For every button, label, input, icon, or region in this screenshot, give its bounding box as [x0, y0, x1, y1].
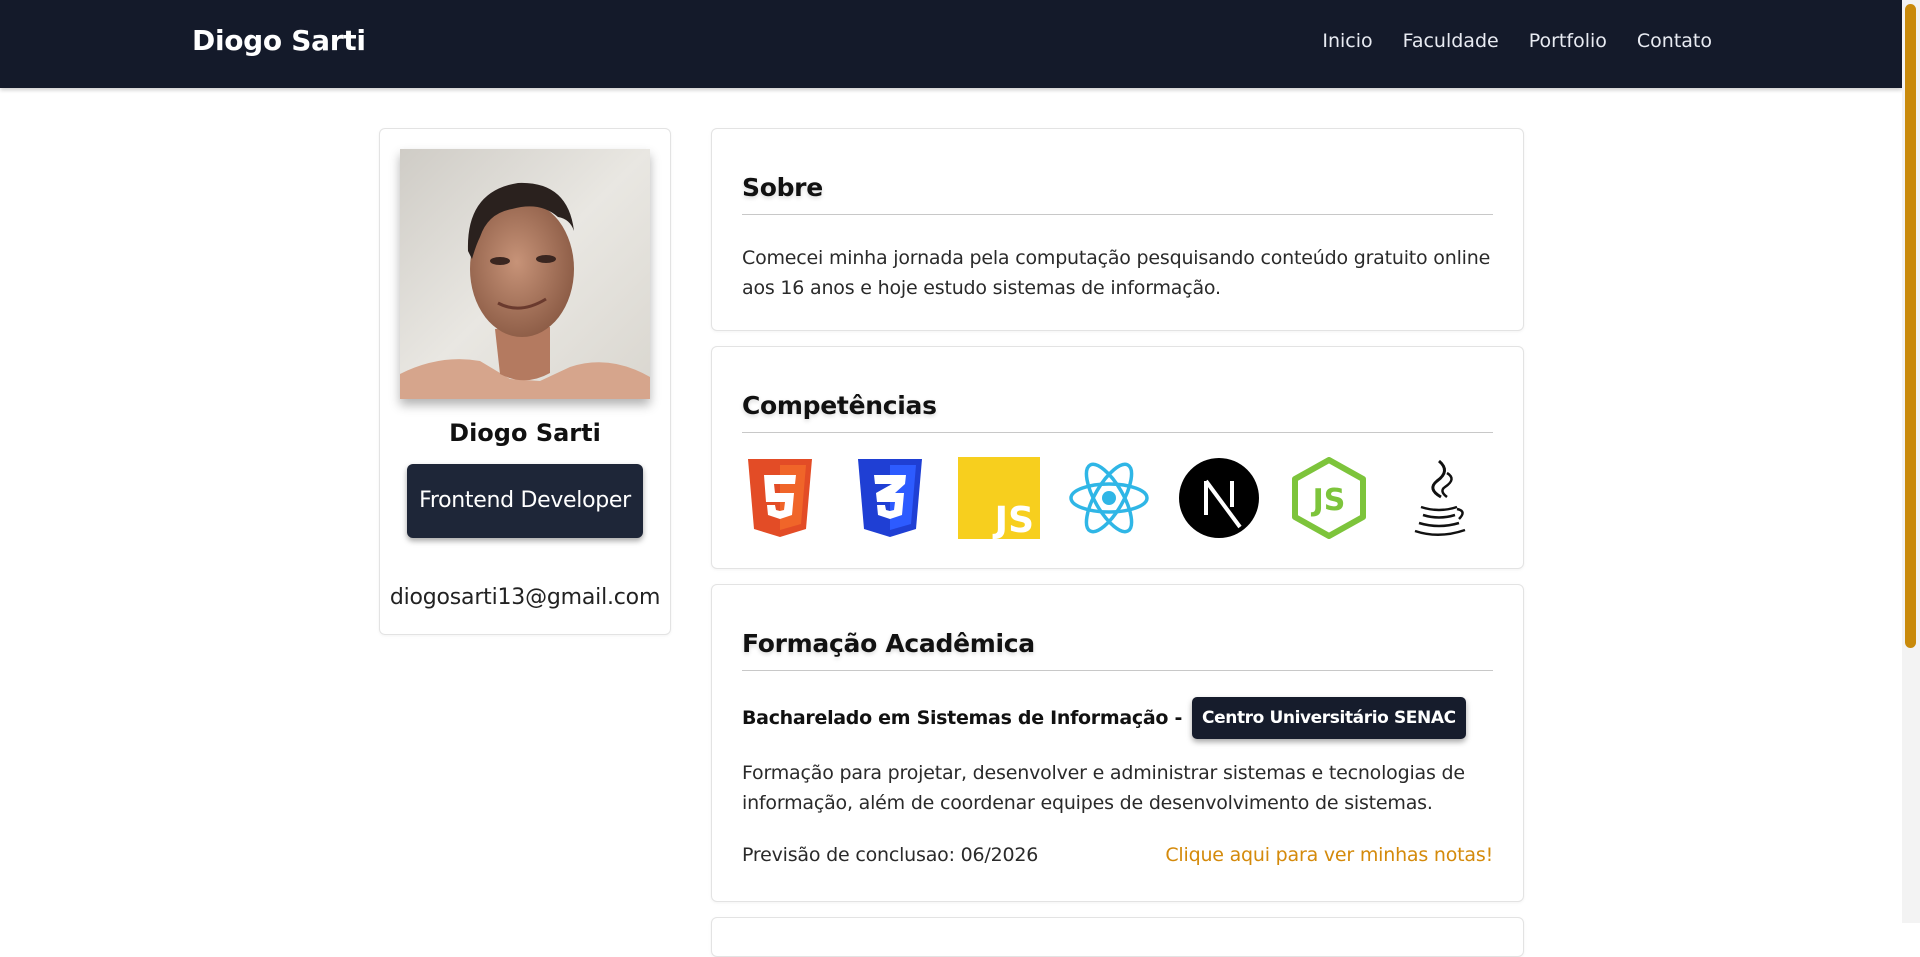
- about-text: Comecei minha jornada pela computação pe…: [742, 247, 1491, 299]
- degree-line: Bacharelado em Sistemas de Informação - …: [742, 697, 1466, 739]
- profile-card: Diogo Sarti Frontend Developer diogosart…: [379, 128, 671, 635]
- grades-link[interactable]: Clique aqui para ver minhas notas!: [1165, 844, 1493, 866]
- html5-icon: [739, 457, 821, 539]
- education-description: Formação para projetar, desenvolver e ad…: [742, 762, 1465, 814]
- nav-links: Inicio Faculdade Portfolio Contato: [1322, 30, 1712, 52]
- institution-badge: Centro Universitário SENAC: [1192, 697, 1466, 739]
- nodejs-icon: JS: [1288, 457, 1370, 539]
- profile-name: Diogo Sarti: [449, 419, 601, 447]
- brand-logo[interactable]: Diogo Sarti: [192, 24, 366, 57]
- nav-link-faculdade[interactable]: Faculdade: [1403, 30, 1499, 52]
- top-navbar: Diogo Sarti Inicio Faculdade Portfolio C…: [0, 0, 1902, 88]
- profile-photo: [400, 149, 650, 399]
- scrollbar-thumb[interactable]: [1905, 4, 1916, 648]
- education-title: Formação Acadêmica: [742, 629, 1493, 671]
- nav-link-inicio[interactable]: Inicio: [1322, 30, 1372, 52]
- education-footer: Previsão de conclusao: 06/2026 Clique aq…: [742, 844, 1493, 866]
- education-card: Formação Acadêmica Bacharelado em Sistem…: [711, 584, 1524, 902]
- nav-link-portfolio[interactable]: Portfolio: [1529, 30, 1607, 52]
- nav-link-contato[interactable]: Contato: [1637, 30, 1712, 52]
- javascript-icon: JS: [958, 457, 1040, 539]
- java-icon: [1398, 457, 1480, 539]
- css3-icon: [849, 457, 931, 539]
- profile-email: diogosarti13@gmail.com: [389, 585, 661, 610]
- graduation-forecast: Previsão de conclusao: 06/2026: [742, 844, 1039, 866]
- nextjs-icon: [1178, 457, 1260, 539]
- skills-card: Competências JS JS: [711, 346, 1524, 569]
- scrollbar[interactable]: [1902, 0, 1920, 923]
- about-title: Sobre: [742, 173, 1493, 215]
- skills-title: Competências: [742, 391, 1493, 433]
- react-icon: [1068, 457, 1150, 539]
- about-card: Sobre Comecei minha jornada pela computa…: [711, 128, 1524, 331]
- svg-text:JS: JS: [1311, 483, 1346, 518]
- frontend-developer-button[interactable]: Frontend Developer: [407, 464, 643, 538]
- svg-text:JS: JS: [992, 500, 1034, 539]
- next-section-card: [711, 917, 1524, 957]
- degree-name: Bacharelado em Sistemas de Informação -: [742, 707, 1183, 729]
